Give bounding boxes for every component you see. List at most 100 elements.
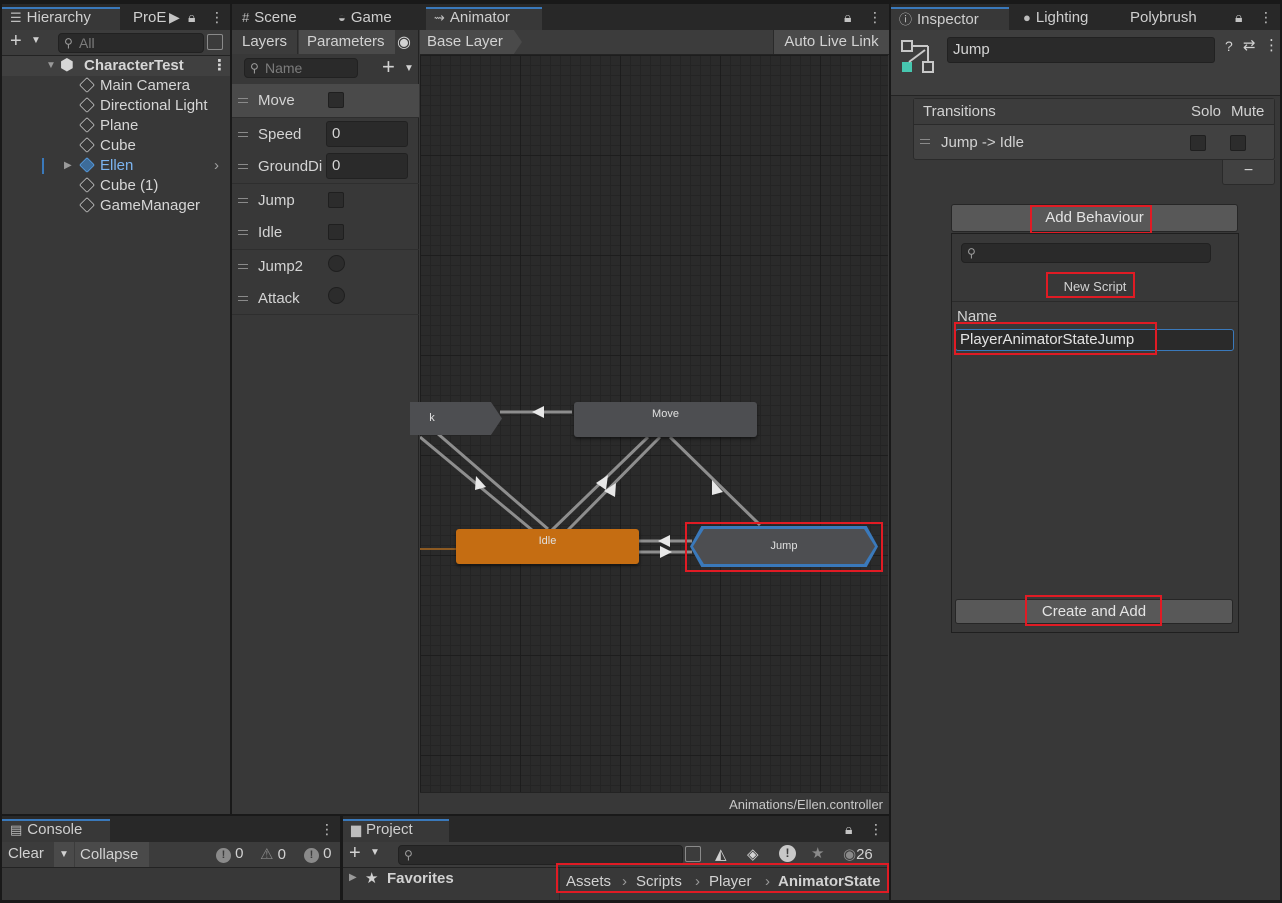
eye-icon[interactable]: ◉ [397,32,411,52]
drag-handle-icon[interactable] [238,132,248,137]
collapse-button[interactable]: Collapse [75,842,149,867]
parameter-row[interactable]: Attack [232,282,419,315]
filter-type-icon[interactable]: ◭ [715,845,727,863]
bool-checkbox[interactable] [328,92,344,108]
search-mode-icon[interactable] [207,34,223,50]
scene-row[interactable]: ▼ ⬢ CharacterTest ⋮ [2,56,230,76]
kebab-menu-icon[interactable]: ⋮ [869,821,883,838]
expand-arrow-icon[interactable]: ▶ [64,156,72,176]
filter-label-icon[interactable]: ◈ [747,845,759,863]
tab-inspector[interactable]: ⓘ Inspector [891,7,1009,30]
float-field[interactable]: 0 [326,153,408,179]
drag-handle-icon[interactable] [238,198,248,203]
clear-options-icon[interactable]: ▼ [54,842,74,867]
kebab-menu-icon[interactable]: ⋮ [1259,9,1273,26]
remove-transition-button[interactable]: − [1222,160,1275,185]
dropdown-arrow-icon[interactable]: ▼ [404,63,414,74]
drag-handle-icon[interactable] [238,98,248,103]
layers-tab[interactable]: Layers [232,30,298,54]
tab-game[interactable]: ◒ Game [330,7,400,30]
lock-icon[interactable]: 🔒︎ [845,821,852,838]
tab-polybrush[interactable]: Polybrush [1122,7,1205,30]
clear-button[interactable]: Clear [8,845,44,862]
hierarchy-item[interactable]: GameManager [2,196,230,216]
trigger-radio[interactable] [328,287,345,304]
eye-icon: ◉ [843,846,857,863]
scene-menu-icon[interactable]: ⋮ [212,56,227,76]
tab-animator[interactable]: ⇝ Animator [426,7,542,30]
animator-graph[interactable]: k Move Idle Jump [410,55,888,792]
hierarchy-item-ellen[interactable]: ▶ Ellen › [2,156,230,176]
hierarchy-item[interactable]: Plane [2,116,230,136]
parameter-search-input[interactable]: ⚲ Name [244,58,358,78]
tab-console[interactable]: ▤ Console [2,819,110,842]
hidden-packages-toggle[interactable]: ◉26 [843,845,873,863]
drag-handle-icon[interactable] [920,139,930,144]
bool-checkbox[interactable] [328,192,344,208]
drag-handle-icon[interactable] [238,264,248,269]
trigger-radio[interactable] [328,255,345,272]
lock-icon[interactable]: 🔒︎ [188,9,195,26]
breadcrumb[interactable]: Base Layer [420,30,522,54]
parameter-row[interactable]: Jump2 [232,249,419,282]
tab-lighting[interactable]: ● Lighting [1015,7,1096,30]
kebab-menu-icon[interactable]: ⋮ [320,821,334,838]
state-node-attack[interactable]: k [410,402,502,435]
warning-icon: ⚠ [260,846,274,863]
dropdown-arrow-icon[interactable]: ▼ [31,35,41,46]
project-search-input[interactable]: ⚲ [398,845,683,865]
open-prefab-icon[interactable]: › [214,156,219,176]
help-icon[interactable]: ? [1225,38,1233,54]
dropdown-arrow-icon[interactable]: ▼ [370,847,380,858]
parameters-pane: Layers Parameters ◉ ⚲ Name + ▼ Move Speed… [232,30,419,814]
component-menu-icon[interactable]: ⋮ [1264,36,1279,54]
tab-project-settings[interactable]: ProE [125,7,174,30]
bool-checkbox[interactable] [328,224,344,240]
mute-checkbox[interactable] [1230,135,1246,151]
hierarchy-item[interactable]: Cube [2,136,230,156]
kebab-menu-icon[interactable]: ⋮ [210,9,224,26]
more-tabs-icon[interactable]: ▶ [169,9,180,26]
auto-live-link-button[interactable]: Auto Live Link [773,30,889,54]
tab-scene[interactable]: # Scene [234,7,305,30]
parameter-row[interactable]: Move [232,84,419,117]
hierarchy-item[interactable]: Cube (1) [2,176,230,196]
add-parameter-icon[interactable]: + [382,54,395,80]
parameter-row[interactable]: Idle [232,216,419,249]
parameters-tab[interactable]: Parameters [299,30,395,54]
state-node-idle[interactable]: Idle [456,529,639,564]
info-toggle[interactable]: ! 0 [304,845,332,863]
float-field[interactable]: 0 [326,121,408,147]
hierarchy-search-input[interactable]: ⚲ All [58,33,204,53]
solo-checkbox[interactable] [1190,135,1206,151]
add-icon[interactable]: + [10,30,22,53]
parameter-row[interactable]: GroundDi 0 [232,150,419,183]
filter-error-icon[interactable]: ! [779,845,796,862]
favorites-row[interactable]: ▶ ★ Favorites [343,868,557,892]
kebab-menu-icon[interactable]: ⋮ [868,9,882,26]
warning-toggle[interactable]: ⚠ 0 [260,845,286,863]
expand-arrow-icon[interactable]: ▶ [349,872,357,883]
tab-hierarchy[interactable]: ☰ Hierarchy [2,7,120,30]
parameter-row[interactable]: Jump [232,183,419,216]
transition-row[interactable]: Jump -> Idle [914,126,1274,160]
state-node-move[interactable]: Move [574,402,757,437]
tab-project[interactable]: ▆ Project [343,819,449,842]
drag-handle-icon[interactable] [238,296,248,301]
lock-icon[interactable]: 🔒︎ [1235,9,1242,26]
expand-arrow-icon[interactable]: ▼ [46,56,56,76]
add-icon[interactable]: + [349,842,361,865]
favorite-star-icon[interactable]: ★ [811,844,824,862]
parameter-row[interactable]: Speed 0 [232,117,419,150]
star-icon: ★ [365,870,379,887]
search-mode-icon[interactable] [685,846,701,862]
error-toggle[interactable]: ! 0 [216,845,244,863]
drag-handle-icon[interactable] [238,164,248,169]
lock-icon[interactable]: 🔒︎ [844,9,851,26]
state-name-field[interactable]: Jump [947,37,1215,63]
behaviour-search-input[interactable]: ⚲ [961,243,1211,263]
drag-handle-icon[interactable] [238,230,248,235]
hierarchy-item[interactable]: Main Camera [2,76,230,96]
hierarchy-item[interactable]: Directional Light [2,96,230,116]
preset-icon[interactable]: ⇄ [1243,36,1256,54]
